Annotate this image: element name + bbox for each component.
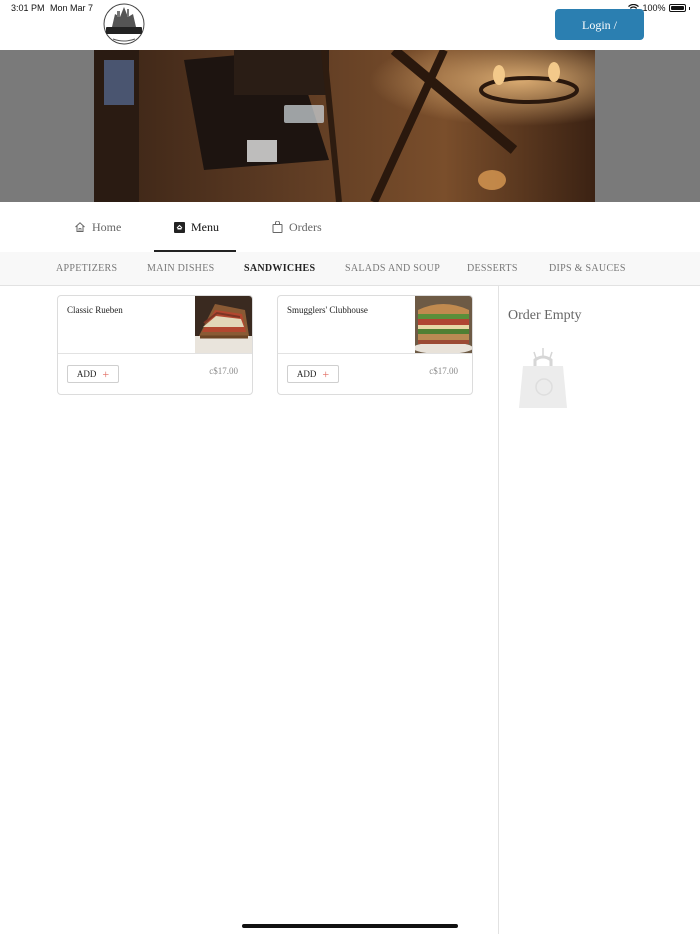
empty-bag-icon [519, 348, 567, 408]
tab-home[interactable]: Home [74, 202, 121, 252]
product-name: Classic Rueben [67, 305, 123, 315]
bag-icon [272, 221, 283, 233]
category-bar: APPETIZERS MAIN DISHES SANDWICHES SALADS… [0, 252, 700, 286]
hero-image [94, 50, 595, 202]
product-name: Smugglers' Clubhouse [287, 305, 368, 315]
add-to-order-button[interactable]: ADD + [67, 365, 119, 383]
home-indicator[interactable] [242, 924, 458, 928]
tab-menu[interactable]: Menu [174, 202, 219, 252]
category-dips-and-sauces[interactable]: DIPS & SAUCES [549, 252, 626, 285]
category-salads-and-soup[interactable]: SALADS AND SOUP [345, 252, 440, 285]
tab-orders-label: Orders [289, 219, 322, 234]
tab-orders[interactable]: Orders [272, 202, 322, 252]
login-register-button[interactable]: Login / Register [555, 9, 644, 63]
product-card[interactable]: Smugglers' Clubhouse ADD + c$17.00 [277, 295, 473, 395]
home-icon [75, 222, 85, 232]
category-appetizers[interactable]: APPETIZERS [56, 252, 117, 285]
card-divider [278, 353, 472, 354]
add-label: ADD [76, 369, 97, 379]
tab-menu-label: Menu [191, 219, 219, 234]
battery-percent: 100% [642, 3, 666, 13]
add-to-order-button[interactable]: ADD + [287, 365, 339, 383]
order-panel: Order Empty [498, 286, 700, 934]
add-label: ADD [296, 369, 317, 379]
category-main-dishes[interactable]: MAIN DISHES [147, 252, 214, 285]
smugglers-logo[interactable] [103, 1, 145, 47]
product-card[interactable]: Classic Rueben ADD + c$17.00 [57, 295, 253, 395]
product-price: c$17.00 [429, 366, 458, 376]
status-time: 3:01 PM [11, 3, 45, 13]
card-divider [58, 353, 252, 354]
category-desserts[interactable]: DESSERTS [467, 252, 518, 285]
plus-icon: + [102, 367, 110, 381]
order-empty-title: Order Empty [508, 308, 582, 323]
product-image-reuben [195, 296, 252, 353]
product-price: c$17.00 [209, 366, 238, 376]
nav-tabs: Home Menu Orders [0, 202, 700, 253]
plus-icon: + [322, 367, 330, 381]
battery-tip [688, 6, 690, 10]
tab-home-label: Home [92, 219, 122, 234]
battery-icon [668, 4, 686, 12]
product-image-clubhouse [415, 296, 472, 353]
category-sandwiches[interactable]: SANDWICHES [244, 252, 315, 285]
menu-icon [174, 221, 185, 233]
status-date: Mon Mar 7 [50, 3, 94, 13]
